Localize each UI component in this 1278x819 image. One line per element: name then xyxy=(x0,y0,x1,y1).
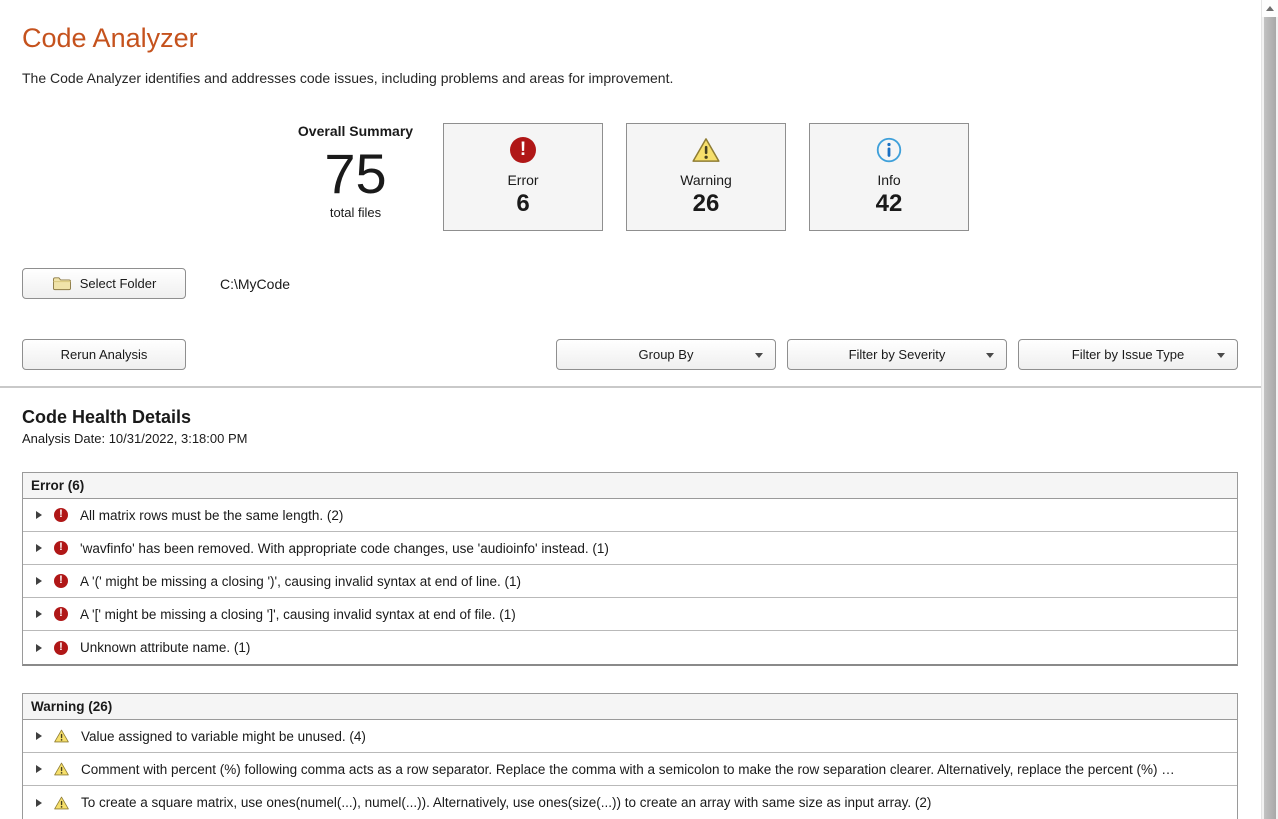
card-label: Error xyxy=(507,172,538,188)
error-icon xyxy=(54,541,68,555)
issue-row[interactable]: Comment with percent (%) following comma… xyxy=(23,753,1237,786)
warning-summary-card[interactable]: Warning 26 xyxy=(626,123,786,231)
warning-icon xyxy=(692,137,720,163)
select-folder-label: Select Folder xyxy=(80,276,157,291)
card-label: Warning xyxy=(680,172,732,188)
filter-by-severity-dropdown[interactable]: Filter by Severity xyxy=(787,339,1007,370)
expand-arrow-icon[interactable] xyxy=(36,644,42,652)
issue-text: To create a square matrix, use ones(nume… xyxy=(81,795,931,810)
summary-cards: Error 6 Warning 26 Info 42 xyxy=(443,123,969,231)
error-icon xyxy=(54,574,68,588)
issue-text: A '(' might be missing a closing ')', ca… xyxy=(80,574,521,589)
scroll-up-arrow-icon xyxy=(1266,6,1274,11)
warning-icon xyxy=(54,729,69,743)
issue-row[interactable]: 'wavfinfo' has been removed. With approp… xyxy=(23,532,1237,565)
warning-icon xyxy=(54,796,69,810)
analysis-date: Analysis Date: 10/31/2022, 3:18:00 PM xyxy=(22,431,1238,446)
issue-text: A '[' might be missing a closing ']', ca… xyxy=(80,607,516,622)
expand-arrow-icon[interactable] xyxy=(36,577,42,585)
warning-group-header: Warning (26) xyxy=(23,694,1237,720)
section-divider xyxy=(0,386,1261,388)
expand-arrow-icon[interactable] xyxy=(36,610,42,618)
issue-row[interactable]: To create a square matrix, use ones(nume… xyxy=(23,786,1237,819)
warning-issue-table: Warning (26) Value assigned to variable … xyxy=(22,693,1238,819)
issue-row[interactable]: A '[' might be missing a closing ']', ca… xyxy=(23,598,1237,631)
chevron-down-icon xyxy=(986,353,994,358)
info-icon xyxy=(875,137,903,163)
issue-row[interactable]: Value assigned to variable might be unus… xyxy=(23,720,1237,753)
filter-by-severity-label: Filter by Severity xyxy=(849,347,946,362)
details-heading: Code Health Details xyxy=(22,408,1238,427)
card-count: 26 xyxy=(693,190,720,218)
scrollbar-thumb[interactable] xyxy=(1264,17,1276,819)
expand-arrow-icon[interactable] xyxy=(36,544,42,552)
warning-icon xyxy=(54,762,69,776)
info-summary-card[interactable]: Info 42 xyxy=(809,123,969,231)
filter-by-issue-type-label: Filter by Issue Type xyxy=(1072,347,1184,362)
total-files-caption: total files xyxy=(258,205,453,220)
issue-text: Value assigned to variable might be unus… xyxy=(81,729,366,744)
issue-text: 'wavfinfo' has been removed. With approp… xyxy=(80,541,609,556)
overall-summary-label: Overall Summary xyxy=(258,123,453,139)
page-description: The Code Analyzer identifies and address… xyxy=(22,70,1238,86)
selected-folder-path: C:\MyCode xyxy=(220,276,290,292)
rerun-analysis-button[interactable]: Rerun Analysis xyxy=(22,339,186,370)
error-icon xyxy=(54,607,68,621)
card-count: 6 xyxy=(516,190,529,218)
issue-text: All matrix rows must be the same length.… xyxy=(80,508,343,523)
total-files-count: 75 xyxy=(258,145,453,203)
filter-dropdowns: Group By Filter by Severity Filter by Is… xyxy=(556,339,1238,370)
folder-row: Select Folder C:\MyCode xyxy=(22,268,1238,299)
error-icon xyxy=(510,137,536,163)
error-summary-card[interactable]: Error 6 xyxy=(443,123,603,231)
vertical-scrollbar[interactable] xyxy=(1261,0,1278,819)
expand-arrow-icon[interactable] xyxy=(36,732,42,740)
issue-row[interactable]: All matrix rows must be the same length.… xyxy=(23,499,1237,532)
toolbar: Rerun Analysis Group By Filter by Severi… xyxy=(22,339,1238,370)
rerun-analysis-label: Rerun Analysis xyxy=(61,347,148,362)
issue-text: Unknown attribute name. (1) xyxy=(80,640,250,655)
folder-icon xyxy=(52,275,72,292)
error-icon xyxy=(54,508,68,522)
group-by-label: Group By xyxy=(639,347,694,362)
overall-summary-section: Overall Summary 75 total files Error 6 W… xyxy=(22,123,1238,231)
expand-arrow-icon[interactable] xyxy=(36,765,42,773)
issue-row[interactable]: Unknown attribute name. (1) xyxy=(23,631,1237,664)
card-count: 42 xyxy=(876,190,903,218)
error-issue-table: Error (6) All matrix rows must be the sa… xyxy=(22,472,1238,666)
main-content: Code Analyzer The Code Analyzer identifi… xyxy=(0,24,1261,370)
expand-arrow-icon[interactable] xyxy=(36,511,42,519)
group-by-dropdown[interactable]: Group By xyxy=(556,339,776,370)
scroll-up-button[interactable] xyxy=(1262,0,1278,17)
error-icon xyxy=(54,641,68,655)
filter-by-issue-type-dropdown[interactable]: Filter by Issue Type xyxy=(1018,339,1238,370)
overall-summary-block: Overall Summary 75 total files xyxy=(258,123,453,220)
issue-row[interactable]: A '(' might be missing a closing ')', ca… xyxy=(23,565,1237,598)
chevron-down-icon xyxy=(1217,353,1225,358)
card-label: Info xyxy=(877,172,900,188)
expand-arrow-icon[interactable] xyxy=(36,799,42,807)
select-folder-button[interactable]: Select Folder xyxy=(22,268,186,299)
details-section: Code Health Details Analysis Date: 10/31… xyxy=(0,408,1261,819)
issue-text: Comment with percent (%) following comma… xyxy=(81,762,1175,777)
chevron-down-icon xyxy=(755,353,763,358)
error-group-header: Error (6) xyxy=(23,473,1237,499)
page-title: Code Analyzer xyxy=(22,24,1238,52)
